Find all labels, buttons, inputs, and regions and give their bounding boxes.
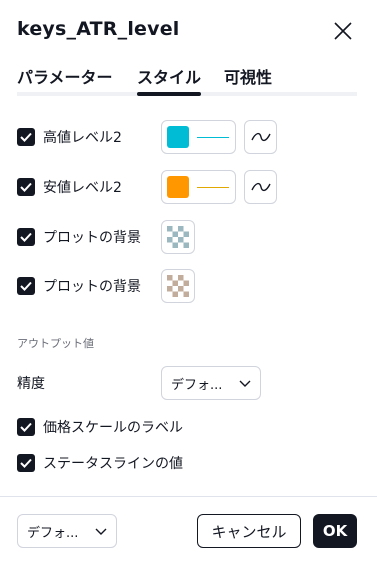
high-level-label: 高値レベル2 [43,130,122,146]
transparent-color-swatch [167,275,189,297]
tab-bar: パラメーター スタイル 可視性 [17,64,357,96]
close-button[interactable] [330,18,356,44]
line-style-preview [197,186,229,188]
check-icon [20,422,32,432]
tab-parameters[interactable]: パラメーター [17,64,113,92]
line-type-icon [250,182,271,192]
transparent-color-swatch [167,226,189,248]
chevron-down-icon [239,380,251,387]
plot-background-2-checkbox[interactable] [17,277,35,295]
color-swatch [167,126,189,148]
footer-divider [0,496,377,497]
price-scale-label-checkbox[interactable] [17,418,35,436]
plot-background-1-checkbox[interactable] [17,228,35,246]
check-icon [20,232,32,242]
check-icon [20,281,32,291]
precision-label: 精度 [17,376,45,392]
low-level-plot-type-button[interactable] [244,170,277,204]
price-scale-label-row: 価格スケールのラベル [17,413,183,441]
ok-button[interactable]: OK [313,514,357,548]
precision-value: デフォ... [171,377,223,393]
dialog-title: keys_ATR_level [17,18,180,40]
low-level-label: 安値レベル2 [43,180,122,196]
output-values-section-title: アウトプット値 [17,337,94,350]
high-level-plot-type-button[interactable] [244,120,277,154]
color-swatch [167,176,189,198]
check-icon [20,458,32,468]
line-type-icon [250,132,271,142]
status-line-values-checkbox[interactable] [17,454,35,472]
check-icon [20,182,32,192]
line-style-preview [197,136,229,138]
plot-background-2-color-button[interactable] [161,269,195,303]
defaults-value: デフォ... [27,525,79,541]
status-line-values-text: ステータスラインの値 [43,456,183,472]
chevron-down-icon [95,528,107,535]
close-icon [334,22,352,40]
plot-row-low-level: 安値レベル2 [17,173,122,201]
check-icon [20,132,32,142]
low-level-color-button[interactable] [161,170,236,204]
plot-background-row-1: プロットの背景 [17,223,141,251]
plot-background-row-2: プロットの背景 [17,272,141,300]
plot-background-2-label: プロットの背景 [43,279,141,295]
cancel-button[interactable]: キャンセル [197,514,301,548]
plot-background-1-label: プロットの背景 [43,230,141,246]
plot-row-high-level: 高値レベル2 [17,123,122,151]
price-scale-label-text: 価格スケールのラベル [43,420,183,436]
precision-select[interactable]: デフォ... [161,366,261,400]
defaults-select[interactable]: デフォ... [17,514,117,548]
tab-visibility[interactable]: 可視性 [224,64,272,92]
tab-style[interactable]: スタイル [137,64,202,96]
low-level-checkbox[interactable] [17,178,35,196]
high-level-color-button[interactable] [161,120,236,154]
plot-background-1-color-button[interactable] [161,220,195,254]
high-level-checkbox[interactable] [17,128,35,146]
status-line-values-row: ステータスラインの値 [17,449,183,477]
